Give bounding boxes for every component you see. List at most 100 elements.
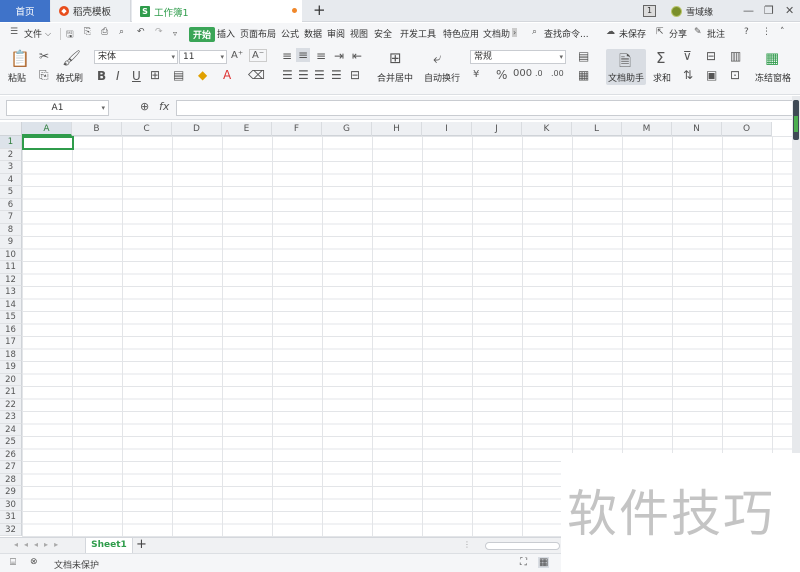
row-header[interactable]: 2 [0,148,22,161]
close-icon[interactable]: ✕ [785,4,794,17]
column-header[interactable]: F [272,122,322,136]
outdent-icon[interactable]: ⇤ [352,49,362,63]
align-right-icon[interactable]: ☰ [314,68,325,82]
scroll-left-icon[interactable]: ⋮ [463,540,471,549]
paste-icon[interactable]: 📋 [10,49,30,68]
merge-center-button[interactable]: 合并居中 [377,71,413,84]
restore-icon[interactable]: ❐ [764,4,774,17]
tab-home[interactable]: 首页 [0,0,50,22]
more-options-icon[interactable]: ⋮ [762,27,771,37]
conditional-format-icon[interactable]: ▦ [578,68,589,82]
menu-security[interactable]: 安全 [374,27,392,40]
hamburger-menu-icon[interactable]: ☰ [10,27,18,37]
row-header[interactable]: 5 [0,186,22,199]
tab-template-store[interactable]: ◆ 稻壳模板 [51,0,131,22]
borders-icon[interactable]: ⊞ [150,68,160,82]
help-icon[interactable]: ? [744,27,749,37]
increase-font-icon[interactable]: A⁺ [231,50,243,61]
auto-wrap-button[interactable]: 自动换行 [424,71,460,84]
bold-icon[interactable]: B [97,69,106,83]
column-header[interactable]: C [122,122,172,136]
customize-toolbar-icon[interactable]: ▿ [173,29,177,38]
copy-icon[interactable]: ⎘ [39,68,49,83]
currency-icon[interactable]: ¥ [473,69,479,80]
format-painter-button[interactable]: 格式刷 [56,71,83,84]
filter-icon[interactable]: ⊽ [683,49,692,63]
row-header[interactable]: 24 [0,423,22,436]
sheet-nav-arrows-icon[interactable]: ◂◂◂▸▸ [14,540,64,549]
align-middle-icon[interactable]: ≡ [296,48,311,62]
freeze-panes-button[interactable]: 冻结窗格 [755,71,791,84]
doc-assistant-button[interactable]: 文档助手 [608,71,644,84]
fx-button[interactable]: fx [159,100,169,113]
align-left-icon[interactable]: ☰ [282,68,293,82]
active-cell[interactable] [22,136,74,150]
column-header[interactable]: O [722,122,772,136]
column-header[interactable]: J [472,122,522,136]
column-header[interactable]: L [572,122,622,136]
merge-center-icon[interactable]: ⊞ [389,49,402,67]
row-header[interactable]: 6 [0,198,22,211]
row-header[interactable]: 12 [0,273,22,286]
column-header[interactable]: I [422,122,472,136]
underline-icon[interactable]: U [132,69,141,83]
row-header[interactable]: 32 [0,523,22,536]
save-icon[interactable]: 🖫 [66,27,74,43]
fill-color-icon[interactable]: ◆ [198,68,207,82]
row-header[interactable]: 17 [0,336,22,349]
normal-view-icon[interactable]: ▦ [538,557,550,568]
row-header[interactable]: 7 [0,211,22,224]
command-search[interactable]: 查找命令... [544,27,589,40]
row-header[interactable]: 30 [0,498,22,511]
sum-button[interactable]: 求和 [653,71,671,84]
row-header[interactable]: 27 [0,461,22,474]
collapse-ribbon-icon[interactable]: ˄ [780,27,785,37]
unsaved-status-button[interactable]: 未保存 [619,27,646,40]
row-header[interactable]: 21 [0,386,22,399]
select-all-corner[interactable] [0,122,22,136]
formula-input[interactable] [176,100,793,116]
menu-file[interactable]: 文件 [24,27,42,40]
menu-review[interactable]: 审阅 [327,27,345,40]
tab-workbook[interactable]: S 工作簿1 [132,0,302,23]
format-cells-icon[interactable]: ⊟ [706,49,716,63]
horizontal-scrollbar[interactable] [485,542,560,550]
clear-format-icon[interactable]: ⌫ [248,68,265,82]
menu-special-apps[interactable]: 特色应用 [443,27,479,40]
minimize-icon[interactable]: — [743,4,754,17]
add-sheet-icon[interactable]: + [136,537,147,552]
column-header[interactable]: D [172,122,222,136]
row-header[interactable]: 19 [0,361,22,374]
new-tab-button[interactable]: + [313,1,326,19]
row-header[interactable]: 15 [0,311,22,324]
column-header[interactable]: M [622,122,672,136]
menu-developer[interactable]: 开发工具 [400,27,436,40]
cell-style-icon[interactable]: ▤ [173,68,184,82]
format-painter-icon[interactable]: 🖌 [62,49,81,67]
justify-icon[interactable]: ☰ [331,68,342,82]
more-menus-icon[interactable]: › [512,28,518,37]
window-count[interactable]: 1 [643,0,657,22]
row-header[interactable]: 22 [0,398,22,411]
row-header[interactable]: 13 [0,286,22,299]
undo-icon[interactable]: ↶ [137,27,145,37]
row-header[interactable]: 23 [0,411,22,424]
font-color-icon[interactable]: A [223,68,231,82]
menu-start[interactable]: 开始 [189,27,216,42]
print-preview-icon[interactable]: ⌕ [119,27,124,37]
sum-icon[interactable]: Σ [656,49,665,67]
row-header[interactable]: 9 [0,236,22,249]
cut-icon[interactable]: ✂ [39,49,49,63]
export-pdf-icon[interactable]: ⎘ [84,27,91,37]
macro-icon[interactable]: ⌸ [10,557,16,568]
row-header[interactable]: 18 [0,348,22,361]
row-header[interactable]: 1 [0,136,22,149]
align-center-icon[interactable]: ☰ [298,68,309,82]
align-top-icon[interactable]: ≡ [282,49,292,63]
worksheet-icon[interactable]: ⊡ [730,68,740,82]
sort-icon[interactable]: ⇅ [683,68,693,82]
freeze-panes-icon[interactable]: ▦ [765,49,779,67]
row-header[interactable]: 28 [0,473,22,486]
column-header[interactable]: K [522,122,572,136]
auto-wrap-icon[interactable]: ⤶ [433,49,441,67]
